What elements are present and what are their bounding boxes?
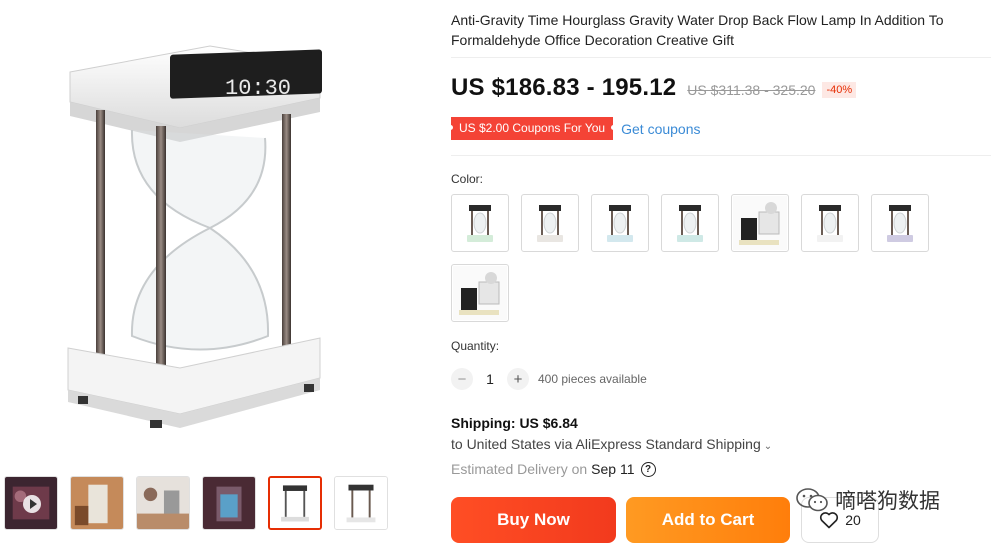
clock-display-text: 10:30 [225, 76, 291, 101]
quantity-decrease-button[interactable]: − [451, 368, 473, 390]
quantity-input[interactable]: 1 [473, 371, 507, 387]
estimated-delivery-date: Sep 11 [591, 461, 635, 477]
thumbnail-2[interactable] [70, 476, 124, 530]
main-product-image[interactable]: 10:30 [20, 18, 380, 448]
shipping-label: Shipping: [451, 415, 516, 431]
color-option-image [453, 196, 507, 250]
add-to-cart-button[interactable]: Add to Cart [626, 497, 790, 543]
color-option-image [663, 196, 717, 250]
color-option-purple[interactable] [871, 194, 929, 252]
shipping-destination[interactable]: to United States via AliExpress Standard… [451, 436, 761, 452]
color-option-green[interactable] [451, 194, 509, 252]
color-option-image [453, 266, 507, 320]
coupon-badge[interactable]: US $2.00 Coupons For You [447, 117, 617, 140]
stock-available: 400 pieces available [538, 372, 647, 386]
help-icon[interactable]: ? [640, 461, 656, 477]
shipping-method-selector[interactable]: to United States via AliExpress Standard… [451, 436, 772, 452]
watermark-text: 嘀嗒狗数据 [835, 490, 940, 513]
quantity-stepper: − 1 + 400 pieces available [451, 368, 647, 390]
color-option-image [803, 196, 857, 250]
color-option-set-gift[interactable] [451, 264, 509, 322]
color-option-image [523, 196, 577, 250]
get-coupons-link[interactable]: Get coupons [621, 121, 700, 137]
discount-badge: -40% [822, 82, 857, 98]
color-option-set-black[interactable] [731, 194, 789, 252]
thumbnail-strip [4, 476, 388, 530]
shipping-cost: US $6.84 [519, 415, 578, 431]
watermark: 嘀嗒狗数据 [795, 485, 940, 515]
quantity-label: Quantity: [451, 339, 500, 353]
buy-now-button[interactable]: Buy Now [451, 497, 616, 543]
color-option-white[interactable] [521, 194, 579, 252]
thumbnail-video[interactable] [4, 476, 58, 530]
wechat-icon [796, 488, 828, 512]
play-icon[interactable] [23, 495, 41, 513]
original-price: US $311.38 - 325.20 [687, 82, 816, 98]
color-option-mint[interactable] [661, 194, 719, 252]
thumbnail-3[interactable] [136, 476, 190, 530]
product-title: Anti-Gravity Time Hourglass Gravity Wate… [451, 12, 944, 48]
shipping-summary: Shipping: US $6.84 [451, 415, 578, 431]
color-option-plain-white[interactable] [801, 194, 859, 252]
product-info: Anti-Gravity Time Hourglass Gravity Wate… [447, 0, 991, 545]
color-option-image [733, 196, 787, 250]
coupon-row: US $2.00 Coupons For You Get coupons [447, 117, 701, 140]
color-label: Color: [451, 172, 484, 186]
color-option-blue[interactable] [591, 194, 649, 252]
estimated-delivery: Estimated Delivery on Sep 11 ? [451, 461, 656, 477]
divider [451, 57, 991, 58]
divider [451, 155, 991, 156]
color-option-image [873, 196, 927, 250]
thumbnail-5-selected[interactable] [268, 476, 322, 530]
thumbnail-4[interactable] [202, 476, 256, 530]
price-row: US $186.83 - 195.12 US $311.38 - 325.20 … [451, 74, 857, 102]
estimated-delivery-label: Estimated Delivery on [451, 461, 588, 477]
thumbnail-6[interactable] [334, 476, 388, 530]
quantity-increase-button[interactable]: + [507, 368, 529, 390]
color-option-image [593, 196, 647, 250]
product-gallery: 10:30 [0, 0, 400, 545]
price-range: US $186.83 - 195.12 [451, 74, 677, 101]
chevron-down-icon[interactable]: ⌄ [764, 441, 772, 452]
color-swatches [451, 194, 951, 322]
